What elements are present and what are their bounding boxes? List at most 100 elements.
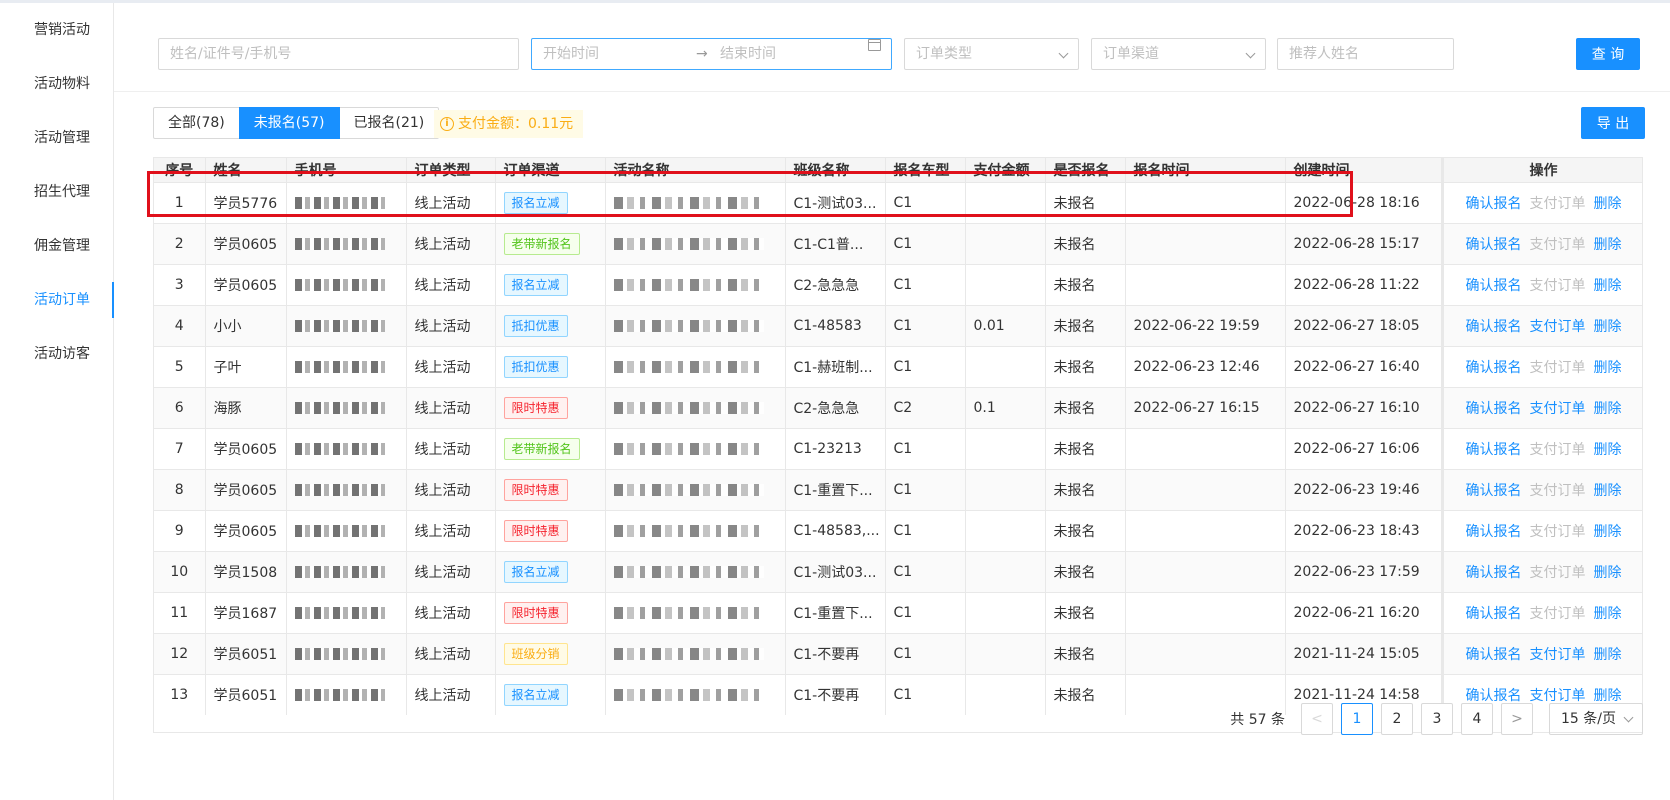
activity-name-cell xyxy=(605,181,786,223)
delete-link[interactable]: 删除 xyxy=(1594,606,1622,622)
order-type: 线上活动 xyxy=(406,222,496,264)
student-name: 学员0605 xyxy=(205,222,287,264)
page-button[interactable]: 1 xyxy=(1341,703,1373,735)
redacted-activity-name xyxy=(613,237,764,250)
delete-link[interactable]: 删除 xyxy=(1594,483,1622,499)
created-time: 2022-06-23 19:46 xyxy=(1285,468,1443,510)
channel-tag: 班级分销 xyxy=(503,642,568,665)
confirm-enroll-link[interactable]: 确认报名 xyxy=(1466,483,1522,499)
pay-amount xyxy=(965,222,1046,264)
delete-link[interactable]: 删除 xyxy=(1594,278,1622,294)
delete-link[interactable]: 删除 xyxy=(1594,688,1622,704)
car-type: C1 xyxy=(885,509,966,551)
car-type: C1 xyxy=(885,468,966,510)
order-type-select[interactable]: 订单类型 xyxy=(904,38,1079,70)
order-channel-cell: 限时特惠 xyxy=(495,591,606,633)
delete-link[interactable]: 删除 xyxy=(1594,401,1622,417)
confirm-enroll-link[interactable]: 确认报名 xyxy=(1466,524,1522,540)
enroll-time xyxy=(1125,222,1286,264)
export-button[interactable]: 导 出 xyxy=(1581,107,1645,139)
phone-cell xyxy=(286,632,407,674)
confirm-enroll-link[interactable]: 确认报名 xyxy=(1466,237,1522,253)
page-button[interactable]: 2 xyxy=(1381,703,1413,735)
referrer-input[interactable] xyxy=(1289,39,1453,69)
tab-0[interactable]: 全部(78) xyxy=(153,107,240,139)
delete-link[interactable]: 删除 xyxy=(1594,647,1622,663)
pay-order-link[interactable]: 支付订单 xyxy=(1530,688,1586,704)
confirm-enroll-link[interactable]: 确认报名 xyxy=(1466,442,1522,458)
student-name: 子叶 xyxy=(205,345,287,387)
car-type: C1 xyxy=(885,222,966,264)
student-name: 学员1687 xyxy=(205,591,287,633)
pay-order-link[interactable]: 支付订单 xyxy=(1530,319,1586,335)
row-index: 8 xyxy=(154,468,206,510)
sidebar-item[interactable]: 活动管理 xyxy=(0,111,113,165)
activity-name-cell xyxy=(605,427,786,469)
actions-cell: 确认报名 支付订单 删除 xyxy=(1440,509,1642,551)
page-size-select[interactable]: 15 条/页 xyxy=(1549,703,1643,735)
actions-cell: 确认报名 支付订单 删除 xyxy=(1440,304,1642,346)
delete-link[interactable]: 删除 xyxy=(1594,442,1622,458)
column-header: 报名时间 xyxy=(1125,158,1286,182)
phone-cell xyxy=(286,181,407,223)
confirm-enroll-link[interactable]: 确认报名 xyxy=(1466,196,1522,212)
page-button[interactable]: 3 xyxy=(1421,703,1453,735)
delete-link[interactable]: 删除 xyxy=(1594,319,1622,335)
order-channel-select[interactable]: 订单渠道 xyxy=(1091,38,1266,70)
confirm-enroll-link[interactable]: 确认报名 xyxy=(1466,319,1522,335)
order-type: 线上活动 xyxy=(406,632,496,674)
date-range-picker[interactable]: 开始时间 → 结束时间 xyxy=(531,38,892,70)
order-type: 线上活动 xyxy=(406,468,496,510)
pay-amount xyxy=(965,181,1046,223)
phone-cell xyxy=(286,427,407,469)
column-header: 操作 xyxy=(1440,158,1642,182)
referrer-input-wrapper[interactable] xyxy=(1277,38,1454,70)
keyword-input-wrapper[interactable] xyxy=(158,38,519,70)
sidebar-item[interactable]: 活动访客 xyxy=(0,327,113,381)
redacted-phone xyxy=(294,606,385,619)
actions-cell: 确认报名 支付订单 删除 xyxy=(1440,386,1642,428)
delete-link[interactable]: 删除 xyxy=(1594,360,1622,376)
enroll-time xyxy=(1125,591,1286,633)
confirm-enroll-link[interactable]: 确认报名 xyxy=(1466,606,1522,622)
confirm-enroll-link[interactable]: 确认报名 xyxy=(1466,647,1522,663)
keyword-input[interactable] xyxy=(170,39,518,69)
sidebar-item[interactable]: 营销活动 xyxy=(0,3,113,57)
actions-cell: 确认报名 支付订单 删除 xyxy=(1440,345,1642,387)
page-button[interactable]: 4 xyxy=(1461,703,1493,735)
end-time-placeholder[interactable]: 结束时间 xyxy=(720,39,776,69)
delete-link[interactable]: 删除 xyxy=(1594,524,1622,540)
confirm-enroll-link[interactable]: 确认报名 xyxy=(1466,565,1522,581)
class-name: C1-重置下... xyxy=(785,591,886,633)
pay-amount: 0.1 xyxy=(965,386,1046,428)
pay-order-link[interactable]: 支付订单 xyxy=(1530,647,1586,663)
sidebar-item[interactable]: 佣金管理 xyxy=(0,219,113,273)
next-page-button[interactable]: > xyxy=(1501,703,1533,735)
column-header: 订单类型 xyxy=(406,158,496,182)
sidebar: 营销活动 活动物料 活动管理 招生代理 佣金管理 活动订单 活动访客 xyxy=(0,3,114,800)
delete-link[interactable]: 删除 xyxy=(1594,196,1622,212)
sidebar-item[interactable]: 活动订单 xyxy=(0,273,114,327)
prev-page-button[interactable]: < xyxy=(1301,703,1333,735)
tab-2[interactable]: 已报名(21) xyxy=(338,107,440,139)
table-row: 5 子叶 线上活动 抵扣优惠 C1-赫班制... C1 未报名 2022-06-23 12:4… xyxy=(154,345,1642,387)
confirm-enroll-link[interactable]: 确认报名 xyxy=(1466,401,1522,417)
pay-amount xyxy=(965,509,1046,551)
confirm-enroll-link[interactable]: 确认报名 xyxy=(1466,278,1522,294)
sidebar-item[interactable]: 活动物料 xyxy=(0,57,113,111)
actions-cell: 确认报名 支付订单 删除 xyxy=(1440,468,1642,510)
sidebar-item[interactable]: 招生代理 xyxy=(0,165,113,219)
query-button[interactable]: 查 询 xyxy=(1576,38,1640,70)
delete-link[interactable]: 删除 xyxy=(1594,565,1622,581)
order-type: 线上活动 xyxy=(406,550,496,592)
actions-cell: 确认报名 支付订单 删除 xyxy=(1440,427,1642,469)
pay-order-link[interactable]: 支付订单 xyxy=(1530,401,1586,417)
tab-1[interactable]: 未报名(57) xyxy=(238,107,340,139)
pay-order-link: 支付订单 xyxy=(1529,236,1586,253)
student-name: 学员0605 xyxy=(205,427,287,469)
delete-link[interactable]: 删除 xyxy=(1594,237,1622,253)
start-time-placeholder[interactable]: 开始时间 xyxy=(543,39,599,69)
confirm-enroll-link[interactable]: 确认报名 xyxy=(1466,688,1522,704)
confirm-enroll-link[interactable]: 确认报名 xyxy=(1466,360,1522,376)
enroll-time: 2022-06-27 16:15 xyxy=(1125,386,1286,428)
